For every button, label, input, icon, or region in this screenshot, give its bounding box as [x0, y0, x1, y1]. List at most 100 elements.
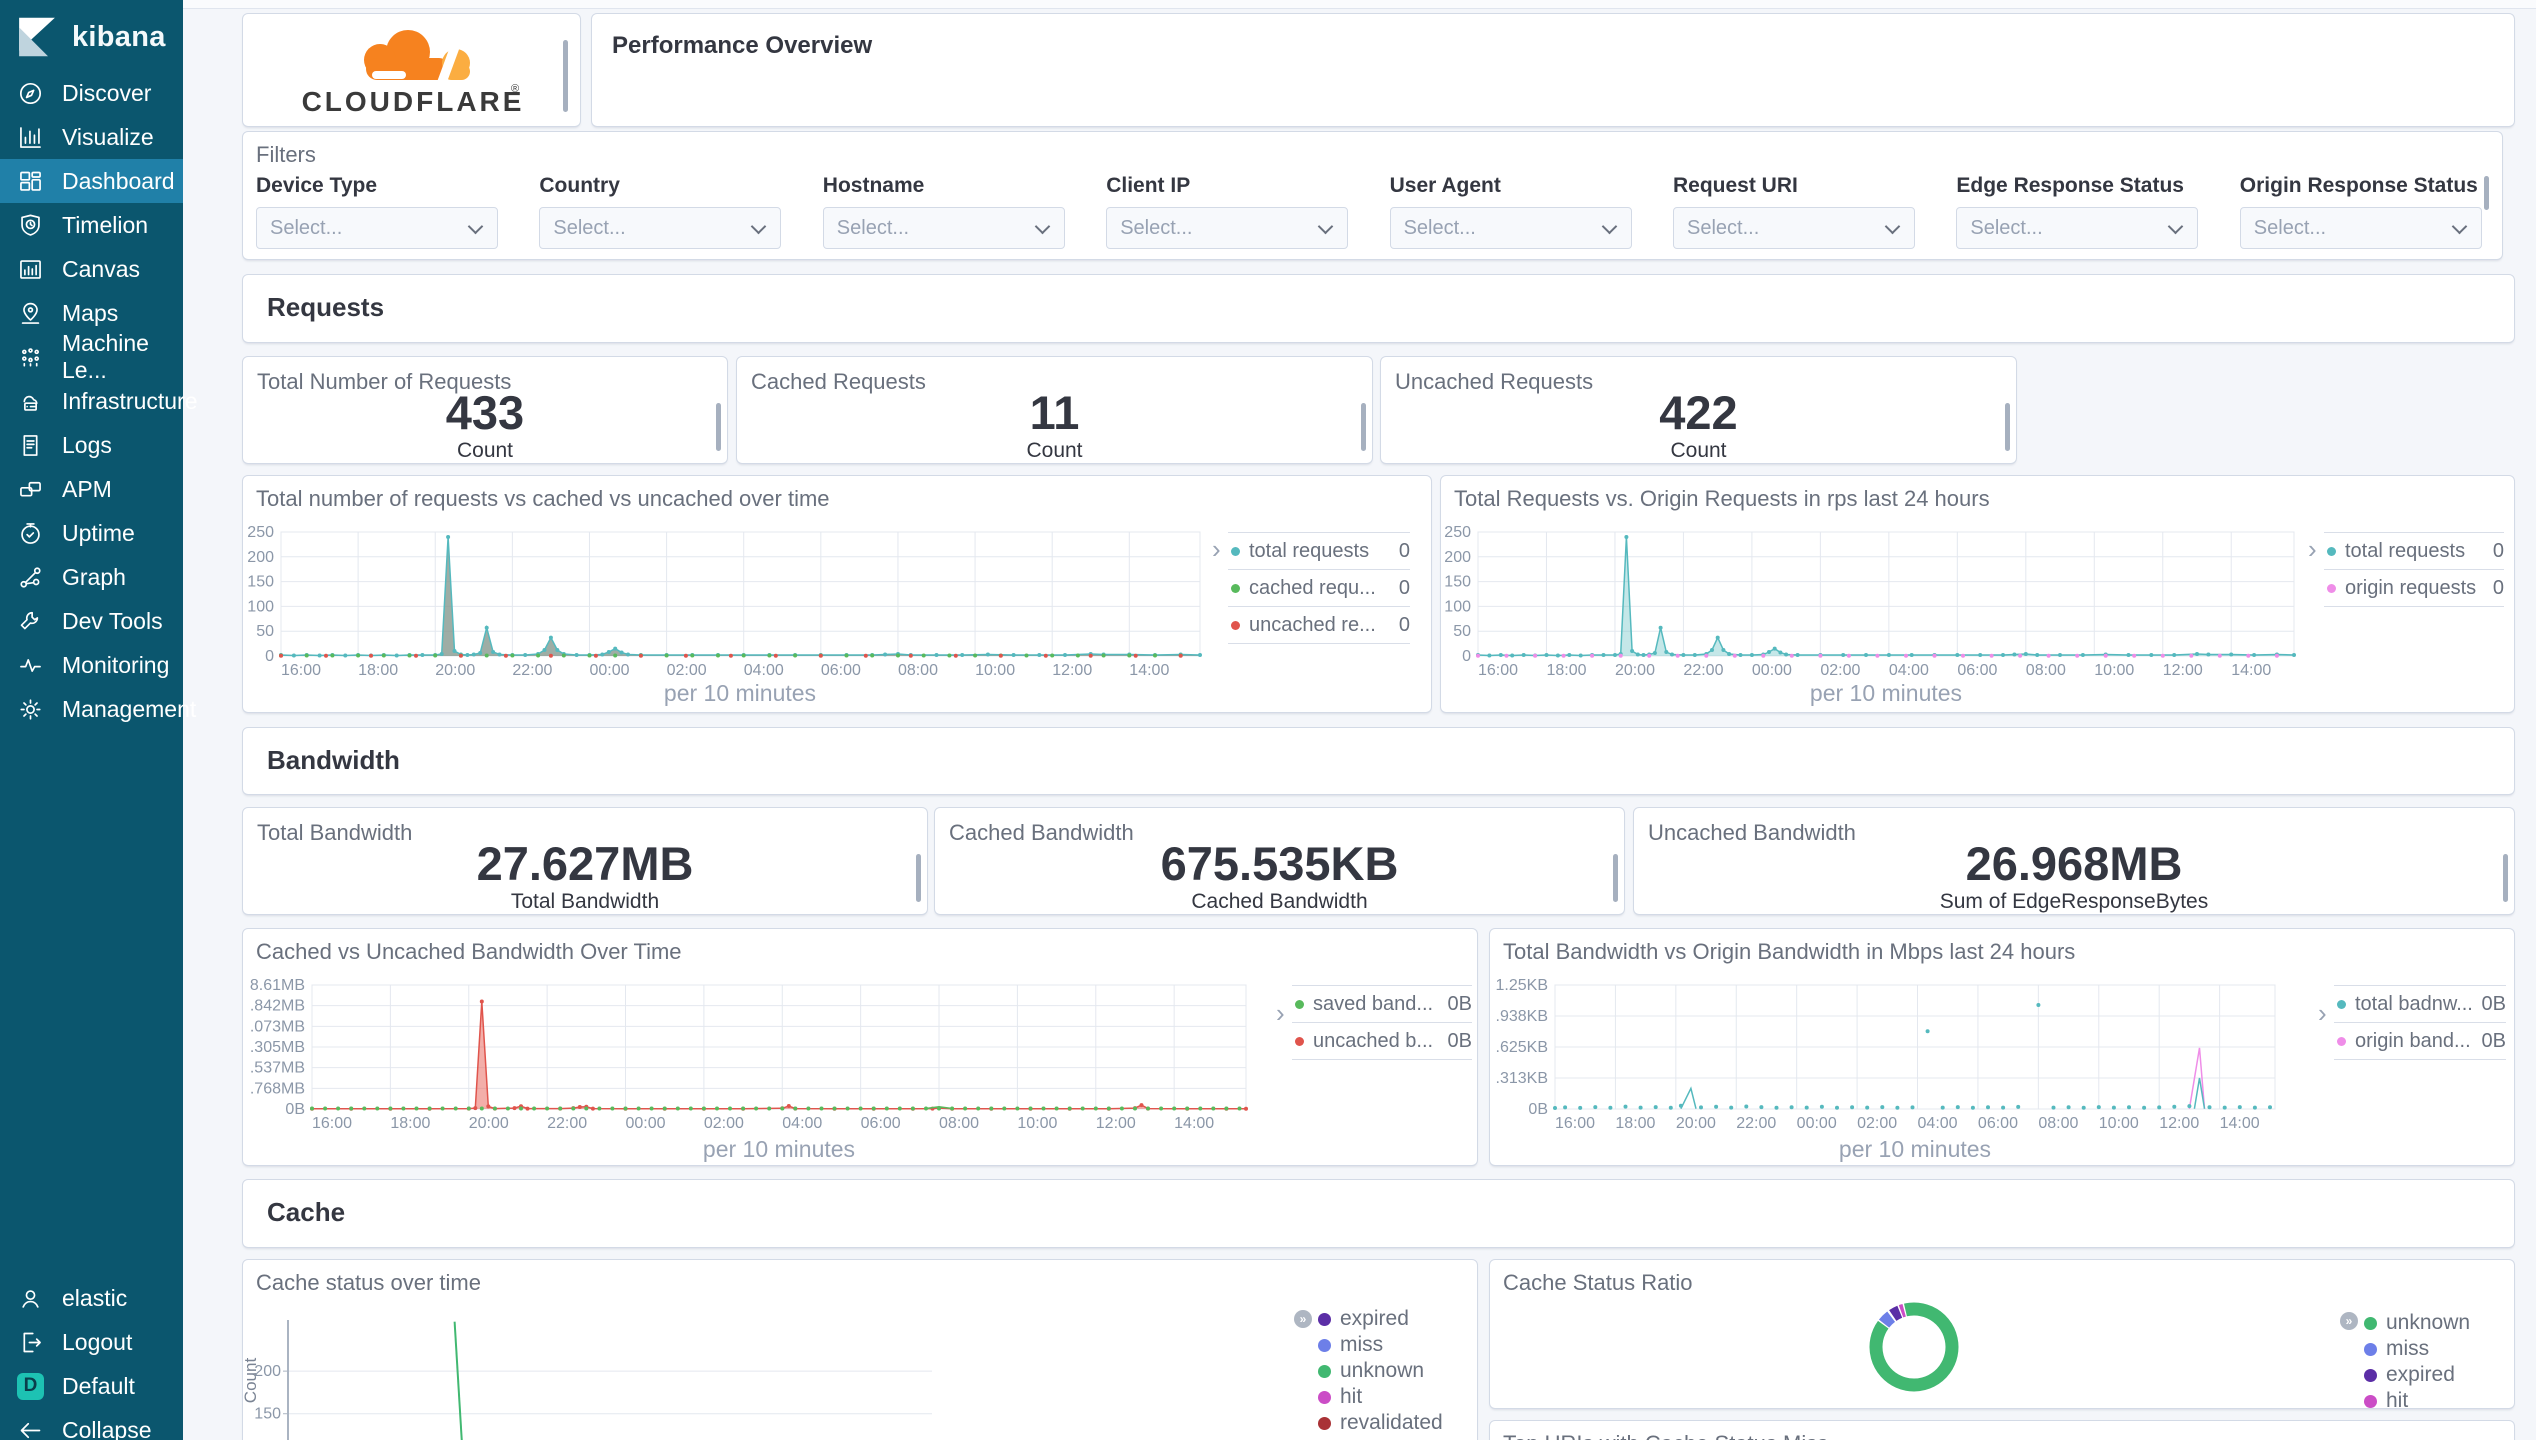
legend-swatch [2337, 1036, 2346, 1046]
legend-item[interactable]: hit [1318, 1384, 1478, 1410]
legend-item[interactable]: unknown [2364, 1310, 2504, 1336]
legend-collapse-icon[interactable]: » [2340, 1312, 2358, 1330]
metric-value: 675.535KB [1160, 837, 1399, 890]
sidebar-nav: Discover Visualize Dashboard Timelion Canvas… [0, 71, 198, 731]
metric-uncached-bandwidth: Uncached Bandwidth 26.968MB Sum of EdgeR… [1633, 807, 2515, 915]
legend-item[interactable]: origin requests 0 [2324, 569, 2504, 607]
sidebar-item-management[interactable]: Management [0, 687, 196, 731]
filter-select[interactable]: Select... [1389, 207, 1632, 249]
sidebar-item-dashboard[interactable]: Dashboard [0, 159, 183, 203]
legend-item[interactable]: unknown [1318, 1358, 1478, 1384]
sidebar-item-uptime[interactable]: Uptime [0, 511, 183, 555]
legend-item[interactable]: uncached b... 0B [1292, 1022, 1472, 1060]
legend-collapse-icon[interactable]: › [2308, 536, 2317, 562]
sidebar-footer-space-default[interactable]: D Default [0, 1364, 183, 1408]
legend-label: miss [2386, 1337, 2430, 1360]
panel-scrollbar[interactable] [2005, 403, 2010, 451]
filter-label: Client IP [1106, 174, 1191, 197]
select-placeholder: Select... [270, 216, 343, 239]
sidebar-footer-logout[interactable]: Logout [0, 1320, 183, 1364]
sidebar-item-monitoring[interactable]: Monitoring [0, 643, 183, 687]
chart-legend: total requests 0 cached requ... 0 uncached r… [1228, 532, 1410, 644]
legend-item[interactable]: origin band... 0B [2334, 1022, 2506, 1060]
filter-select[interactable]: Select... [1956, 207, 2199, 249]
sidebar-item-logs[interactable]: Logs [0, 423, 183, 467]
legend-item[interactable]: expired [2364, 1362, 2504, 1388]
chevron-down-icon [467, 218, 484, 235]
filter-select[interactable]: Select... [1106, 207, 1349, 249]
filter-select[interactable]: Select... [1673, 207, 1915, 249]
sidebar-item-infrastructure[interactable]: Infrastructure [0, 379, 198, 423]
panel-scrollbar[interactable] [1361, 403, 1366, 451]
legend-collapse-icon[interactable]: › [2318, 1000, 2327, 1026]
panel-scrollbar[interactable] [563, 40, 568, 112]
panel-scrollbar[interactable] [2503, 854, 2508, 902]
panel-scrollbar[interactable] [716, 403, 721, 451]
sidebar: kibana Discover Visualize Dashboard Timelio… [0, 0, 198, 1440]
sidebar-item-timelion[interactable]: Timelion [0, 203, 183, 247]
kibana-logo[interactable]: kibana [0, 0, 183, 74]
svg-text:200: 200 [247, 549, 274, 566]
sidebar-item-apm[interactable]: APM [0, 467, 183, 511]
legend-item[interactable]: revalidated [1318, 1410, 1478, 1436]
filter-select[interactable]: Select... [822, 207, 1065, 249]
legend-swatch [2364, 1368, 2377, 1382]
filter-select[interactable]: Select... [256, 207, 498, 249]
metric-value: 27.627MB [476, 837, 694, 890]
svg-text:20:00: 20:00 [435, 662, 475, 679]
filter-select[interactable]: Select... [2239, 207, 2482, 249]
sidebar-footer-user[interactable]: elastic [0, 1276, 183, 1320]
chart-title: Total number of requests vs cached vs un… [256, 486, 830, 511]
sidebar-item-maps[interactable]: Maps [0, 291, 183, 335]
sidebar-item-dev-tools[interactable]: Dev Tools [0, 599, 183, 643]
dashboard-icon [20, 171, 41, 191]
svg-text:06:00: 06:00 [1957, 662, 1997, 679]
legend-swatch [1231, 620, 1240, 630]
filter-field-request-uri: Request URI Select... [1673, 174, 1933, 249]
metric-value: 26.968MB [1965, 837, 2183, 890]
total-vs-origin-requests-chart: 16:00 18:00 20:00 22:00 00:00 02:00 04:00 06:00… [1442, 516, 2302, 684]
legend-collapse-icon[interactable]: › [1276, 1000, 1285, 1026]
sidebar-item-visualize[interactable]: Visualize [0, 115, 183, 159]
legend-item[interactable]: expired [1318, 1306, 1478, 1332]
filter-field-client-ip: Client IP Select... [1106, 174, 1366, 249]
legend-collapse-icon[interactable]: › [1212, 536, 1221, 562]
x-axis-label: per 10 minutes [1809, 680, 1963, 706]
legend-item[interactable]: total requests 0 [1228, 532, 1410, 569]
panel-scrollbar[interactable] [916, 854, 921, 902]
legend-value: 0 [2492, 539, 2504, 562]
legend-item[interactable]: hit [2364, 1388, 2504, 1414]
legend-item[interactable]: saved band... 0B [1292, 985, 1472, 1022]
legend-item[interactable]: uncached re... 0 [1228, 606, 1410, 644]
panel-scrollbar[interactable] [1613, 854, 1618, 902]
sidebar-footer-collapse[interactable]: Collapse [0, 1408, 183, 1440]
svg-text:22:00: 22:00 [512, 662, 552, 679]
legend-swatch [1295, 1036, 1304, 1046]
svg-text:100: 100 [247, 598, 274, 615]
svg-text:50: 50 [256, 623, 274, 640]
svg-text:10:00: 10:00 [2094, 662, 2134, 679]
sidebar-item-graph[interactable]: Graph [0, 555, 183, 599]
svg-text:12:00: 12:00 [2159, 1115, 2199, 1132]
chart-title: Cache Status Ratio [1503, 1270, 1693, 1295]
sidebar-item-machine-learning[interactable]: Machine Le... [0, 330, 183, 383]
sidebar-item-canvas[interactable]: Canvas [0, 247, 183, 291]
svg-text:9.537MB: 9.537MB [250, 1060, 305, 1077]
legend-swatch [1318, 1364, 1331, 1378]
legend-item[interactable]: miss [2364, 1336, 2504, 1362]
discover-icon [19, 82, 42, 104]
legend-collapse-icon[interactable]: » [1294, 1310, 1312, 1328]
legend-item[interactable]: total badnw... 0B [2334, 985, 2506, 1022]
svg-text:0B: 0B [285, 1101, 305, 1118]
legend-item[interactable]: miss [1318, 1332, 1478, 1358]
legend-item[interactable]: total requests 0 [2324, 532, 2504, 569]
filter-select[interactable]: Select... [539, 207, 782, 249]
svg-text:28.61MB: 28.61MB [250, 977, 305, 994]
svg-text:12:00: 12:00 [1052, 662, 1092, 679]
chart-title: Top URIs with Cache Status Miss [1503, 1431, 1828, 1440]
metric-sub-label: Count [1026, 439, 1083, 462]
legend-item[interactable]: cached requ... 0 [1228, 569, 1410, 606]
sidebar-item-discover[interactable]: Discover [0, 71, 183, 115]
select-placeholder: Select... [1687, 216, 1760, 239]
filter-label: Device Type [256, 174, 378, 197]
